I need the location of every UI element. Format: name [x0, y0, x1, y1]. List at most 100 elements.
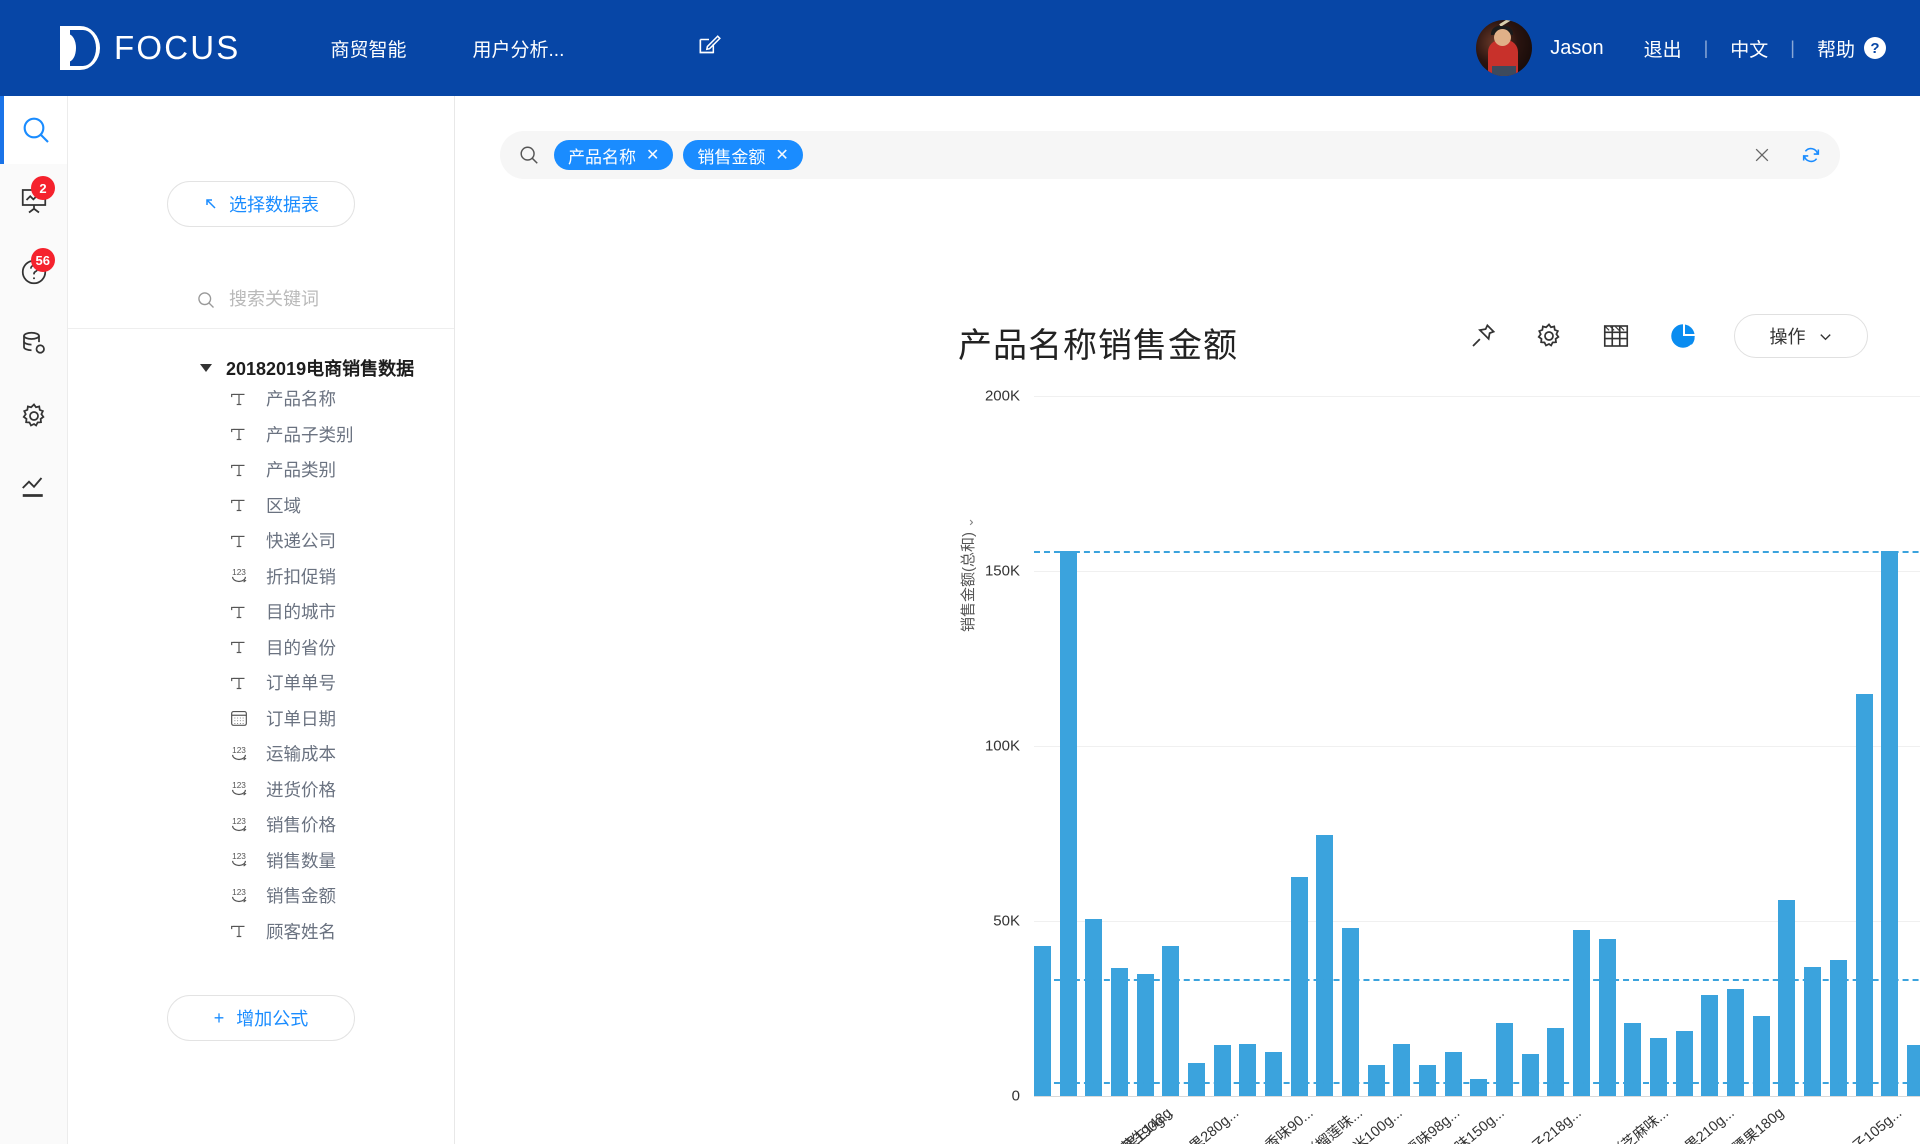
bar[interactable] [1496, 1022, 1514, 1096]
bar[interactable] [1213, 1045, 1231, 1096]
badge-help: 56 [30, 248, 55, 272]
y-axis-title-text: 销售金额(总和) [960, 532, 977, 632]
logout-link[interactable]: 退出 [1644, 35, 1682, 62]
bar[interactable] [1444, 1052, 1462, 1096]
field-item[interactable]: 顾客姓名 [228, 914, 454, 950]
bar[interactable] [1598, 938, 1616, 1096]
bar[interactable] [1085, 919, 1103, 1096]
field-item[interactable]: 123 进货价格 [228, 772, 454, 808]
rail-item-help[interactable]: 56 [0, 236, 67, 308]
search-icon [23, 117, 49, 143]
chart-container: 销售金额(总和) ⌄ 050K100K150K200K平均 33.4K最小 4.… [958, 388, 1920, 1144]
x-axis-label: 话梅味西瓜子105g... [1791, 1102, 1905, 1144]
help-link[interactable]: 帮助 [1817, 35, 1855, 62]
field-item[interactable]: 区域 [228, 488, 454, 524]
nav-item-user-analysis[interactable]: 用户分析... [473, 35, 565, 62]
query-search-bar[interactable]: 产品名称 ✕ 销售金额 ✕ [500, 131, 1840, 179]
close-icon[interactable] [1752, 145, 1772, 165]
pin-icon[interactable] [1468, 321, 1498, 351]
y-axis-tick: 200K [984, 387, 1020, 405]
table-grid-icon[interactable] [1600, 321, 1632, 351]
add-formula-button[interactable]: + 增加公式 [167, 995, 355, 1041]
user-area: Jason 退出 | 中文 | 帮助 ? [1476, 0, 1886, 96]
bar[interactable] [1701, 994, 1719, 1096]
field-item[interactable]: 123 折扣促销 [228, 559, 454, 595]
bar[interactable] [1290, 877, 1308, 1096]
rail-item-settings[interactable] [0, 380, 67, 452]
bar[interactable] [1034, 945, 1051, 1096]
field-item[interactable]: 123 销售数量 [228, 843, 454, 879]
bar[interactable] [1855, 693, 1873, 1096]
pie-chart-icon[interactable] [1668, 321, 1698, 351]
close-icon[interactable]: ✕ [646, 145, 659, 165]
language-link[interactable]: 中文 [1730, 35, 1768, 62]
bar[interactable] [1624, 1022, 1642, 1096]
close-icon[interactable]: ✕ [775, 145, 788, 165]
search-input[interactable] [229, 289, 429, 310]
bar[interactable] [1881, 551, 1899, 1096]
bar[interactable] [1059, 551, 1077, 1096]
bar[interactable] [1778, 900, 1796, 1096]
search-icon [520, 146, 538, 164]
gear-icon[interactable] [1534, 321, 1564, 351]
rail-item-trend[interactable] [0, 452, 67, 524]
query-chip-product-name[interactable]: 产品名称 ✕ [554, 140, 674, 170]
y-axis-tick: 50K [993, 912, 1020, 930]
question-circle-icon[interactable]: ? [1864, 37, 1886, 59]
field-item[interactable]: 目的省份 [228, 630, 454, 666]
field-item[interactable]: 123 销售金额 [228, 878, 454, 914]
bar[interactable] [1188, 1062, 1206, 1096]
edit-square-icon[interactable] [696, 33, 722, 64]
bar[interactable] [1239, 1043, 1257, 1096]
bar[interactable] [1162, 945, 1180, 1096]
query-chip-sales-amount[interactable]: 销售金额 ✕ [683, 140, 803, 170]
bar[interactable] [1752, 1015, 1770, 1096]
refresh-icon[interactable] [1800, 144, 1822, 166]
field-item[interactable]: 快递公司 [228, 523, 454, 559]
rail-item-search[interactable] [0, 96, 67, 164]
bar[interactable] [1265, 1052, 1283, 1096]
bar[interactable] [1316, 835, 1334, 1096]
bar[interactable] [1573, 929, 1591, 1096]
arrow-up-left-icon [206, 199, 216, 209]
field-item[interactable]: 123 运输成本 [228, 736, 454, 772]
field-item[interactable]: 产品子类别 [228, 417, 454, 453]
field-label: 销售金额 [266, 886, 336, 907]
field-label: 销售数量 [266, 850, 336, 871]
field-item[interactable]: 产品类别 [228, 452, 454, 488]
bar[interactable] [1367, 1064, 1385, 1096]
bar[interactable] [1804, 966, 1822, 1096]
rail-item-boards[interactable]: 2 [0, 164, 67, 236]
avatar[interactable] [1476, 20, 1533, 76]
reference-line-0 [1034, 551, 1920, 554]
field-search[interactable] [196, 289, 454, 310]
bar[interactable] [1650, 1038, 1668, 1096]
field-item[interactable]: 产品名称 [228, 381, 454, 417]
bar[interactable] [1547, 1027, 1565, 1096]
user-name: Jason [1550, 36, 1604, 59]
bar[interactable] [1111, 968, 1129, 1096]
field-item[interactable]: 订单日期 [228, 701, 454, 737]
bar[interactable] [1675, 1031, 1693, 1096]
field-item[interactable]: 123 销售价格 [228, 807, 454, 843]
chevron-down-icon[interactable] [200, 364, 212, 372]
table-node[interactable]: 20182019电商销售数据 [200, 355, 454, 381]
bar[interactable] [1393, 1043, 1411, 1096]
bar[interactable] [1419, 1064, 1437, 1096]
action-button[interactable]: 操作 [1734, 314, 1868, 358]
field-list: 产品名称 产品子类别 产品类别 区域 快递公司 123 折扣促销 目的城市 目的省份 订单单号 订单… [68, 381, 454, 949]
brand-logo[interactable]: FOCUS [58, 26, 241, 70]
bar[interactable] [1521, 1054, 1539, 1096]
panel-divider [68, 328, 454, 329]
select-table-button[interactable]: 选择数据表 [167, 181, 355, 227]
bar[interactable] [1906, 1045, 1920, 1096]
svg-text:123: 123 [232, 568, 246, 577]
bar[interactable] [1727, 989, 1745, 1096]
rail-item-database[interactable] [0, 308, 67, 380]
field-item[interactable]: 目的城市 [228, 594, 454, 630]
bar[interactable] [1342, 928, 1360, 1096]
nav-item-bi[interactable]: 商贸智能 [331, 35, 407, 62]
add-formula-label: 增加公式 [236, 1009, 309, 1029]
field-item[interactable]: 订单单号 [228, 665, 454, 701]
bar[interactable] [1136, 973, 1154, 1096]
